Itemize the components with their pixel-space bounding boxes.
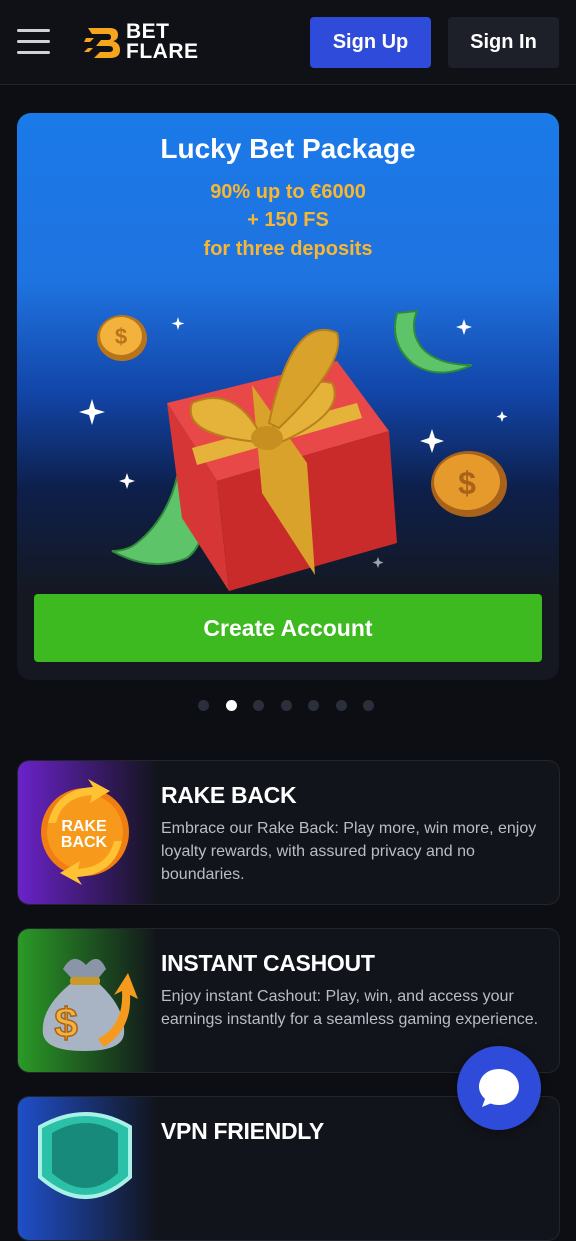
carousel-dot[interactable]: [280, 700, 292, 711]
carousel-dot[interactable]: [308, 700, 319, 711]
carousel-pagination: [198, 700, 374, 712]
live-chat-button[interactable]: [457, 1046, 541, 1130]
feature-card-rake-back[interactable]: RAKE BACK RAKE BACK Embrace our Rake Bac…: [17, 760, 560, 905]
promo-offer-line1: 90% up to €6000: [210, 181, 366, 203]
sign-up-button[interactable]: Sign Up: [310, 17, 431, 68]
carousel-dot[interactable]: [363, 700, 374, 711]
logo-b-mark-icon: [84, 28, 120, 58]
top-header: BET FLARE Sign Up Sign In: [0, 0, 576, 85]
banknote-icon: [393, 309, 473, 374]
create-account-button[interactable]: Create Account: [34, 594, 542, 662]
feature-description: Embrace our Rake Back: Play more, win mo…: [161, 820, 537, 883]
carousel-dot[interactable]: [253, 700, 264, 711]
carousel-dot[interactable]: [225, 700, 237, 711]
svg-text:$: $: [115, 324, 127, 349]
hamburger-menu-icon[interactable]: [17, 29, 50, 55]
badge-text-line2: BACK: [61, 834, 108, 851]
feature-title: VPN FRIENDLY: [161, 1118, 324, 1144]
sign-in-button[interactable]: Sign In: [448, 17, 559, 68]
logo-text-line2: FLARE: [126, 40, 199, 63]
feature-title: RAKE BACK: [161, 782, 297, 808]
logo-text: BET FLARE: [126, 20, 199, 63]
svg-text:$: $: [458, 465, 476, 501]
badge-text-line1: RAKE: [61, 818, 107, 835]
gold-coin-icon: $: [431, 451, 507, 517]
feature-title: INSTANT CASHOUT: [161, 950, 375, 976]
carousel-dot[interactable]: [198, 700, 209, 711]
logo-text-line1: BET: [126, 20, 170, 43]
svg-text:$: $: [54, 999, 77, 1046]
gift-box-illustration: $ $: [79, 309, 508, 591]
gold-coin-icon: $: [97, 315, 147, 361]
feature-description: Enjoy instant Cashout: Play, win, and ac…: [161, 988, 539, 1028]
promo-offer-line2: + 150 FS: [247, 209, 329, 231]
gift-box-icon: [167, 328, 397, 591]
money-bag-icon: $: [18, 929, 158, 1072]
promo-offer-line3: for three deposits: [203, 238, 373, 260]
promo-banner[interactable]: Lucky Bet Package 90% up to €6000 + 150 …: [17, 113, 559, 680]
promo-title: Lucky Bet Package: [160, 133, 416, 164]
vpn-shield-icon: [18, 1097, 158, 1240]
betflare-logo[interactable]: BET FLARE: [84, 20, 199, 64]
carousel-dot[interactable]: [335, 700, 347, 711]
chat-bubble-icon: [479, 1069, 519, 1107]
rake-back-badge-icon: RAKE BACK: [18, 761, 158, 904]
